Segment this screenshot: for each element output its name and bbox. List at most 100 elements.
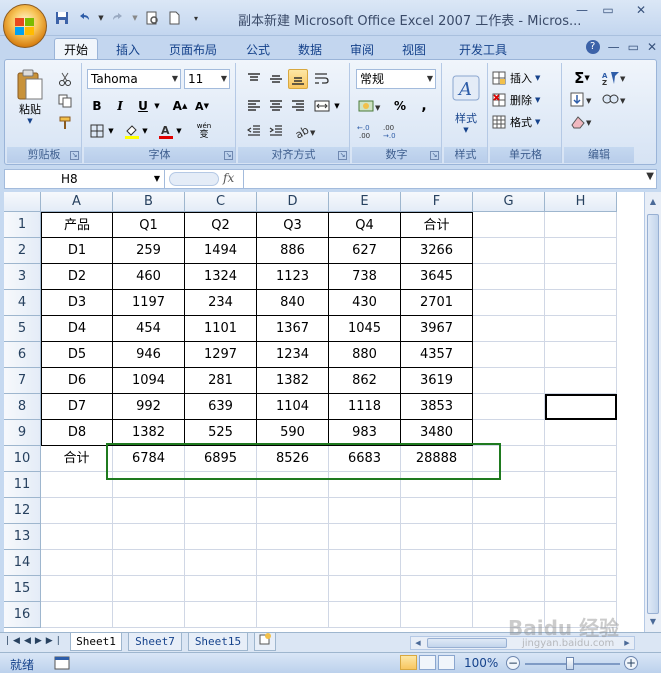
cell-c1[interactable]: Q2 xyxy=(185,212,257,238)
cell-a15[interactable] xyxy=(41,576,113,602)
column-header-e[interactable]: E xyxy=(329,192,401,212)
delete-cells-button[interactable]: 删除 ▼ xyxy=(492,90,558,110)
save-icon[interactable] xyxy=(54,10,70,26)
align-top-icon[interactable] xyxy=(244,69,264,89)
increase-indent-icon[interactable] xyxy=(266,121,286,141)
cell-a1[interactable]: 产品 xyxy=(41,212,113,238)
zoom-out-icon[interactable]: − xyxy=(506,656,520,670)
cell-f8[interactable]: 3853 xyxy=(401,394,473,420)
borders-dropdown-icon[interactable]: ▼ xyxy=(106,121,116,141)
cell-h10[interactable] xyxy=(545,446,617,472)
select-all-corner[interactable] xyxy=(4,192,41,212)
row-header-14[interactable]: 14 xyxy=(4,550,41,576)
orientation-icon[interactable]: ab ▼ xyxy=(290,121,320,141)
row-header-1[interactable]: 1 xyxy=(4,212,41,238)
cell-a10[interactable]: 合计 xyxy=(41,446,113,472)
cell-b15[interactable] xyxy=(113,576,185,602)
cell-g7[interactable] xyxy=(473,368,545,394)
redo-dropdown-icon[interactable]: ▼ xyxy=(132,10,138,26)
column-header-b[interactable]: B xyxy=(113,192,185,212)
cell-c3[interactable]: 1324 xyxy=(185,264,257,290)
zoom-level[interactable]: 100% xyxy=(464,656,498,670)
undo-icon[interactable] xyxy=(76,10,92,26)
merge-dropdown-icon[interactable]: ▼ xyxy=(332,96,342,116)
cell-a3[interactable]: D2 xyxy=(41,264,113,290)
help-icon[interactable]: ? xyxy=(585,40,600,54)
column-header-h[interactable]: H xyxy=(545,192,617,212)
cell-f1[interactable]: 合计 xyxy=(401,212,473,238)
row-header-15[interactable]: 15 xyxy=(4,576,41,602)
name-box-dropdown-icon[interactable]: ▼ xyxy=(154,170,160,188)
cell-d16[interactable] xyxy=(257,602,329,628)
row-header-5[interactable]: 5 xyxy=(4,316,41,342)
cell-d5[interactable]: 1367 xyxy=(257,316,329,342)
cell-g6[interactable] xyxy=(473,342,545,368)
cell-g1[interactable] xyxy=(473,212,545,238)
cell-c9[interactable]: 525 xyxy=(185,420,257,446)
cell-e12[interactable] xyxy=(329,498,401,524)
number-launcher-icon[interactable]: ↘ xyxy=(430,151,439,160)
format-cells-button[interactable]: 格式 ▼ xyxy=(492,112,558,132)
cell-d12[interactable] xyxy=(257,498,329,524)
cell-e15[interactable] xyxy=(329,576,401,602)
row-header-2[interactable]: 2 xyxy=(4,238,41,264)
cell-c8[interactable]: 639 xyxy=(185,394,257,420)
sheet-tab-sheet15[interactable]: Sheet15 xyxy=(188,633,248,651)
cell-c5[interactable]: 1101 xyxy=(185,316,257,342)
formula-bar-handle[interactable] xyxy=(169,172,219,186)
cell-c7[interactable]: 281 xyxy=(185,368,257,394)
bold-icon[interactable]: B xyxy=(87,96,107,116)
font-color-icon[interactable]: A xyxy=(156,121,176,141)
cell-h3[interactable] xyxy=(545,264,617,290)
row-header-6[interactable]: 6 xyxy=(4,342,41,368)
font-name-combo[interactable]: Tahoma ▼ xyxy=(87,69,181,89)
row-header-10[interactable]: 10 xyxy=(4,446,41,472)
cell-e16[interactable] xyxy=(329,602,401,628)
cell-a11[interactable] xyxy=(41,472,113,498)
cell-h13[interactable] xyxy=(545,524,617,550)
column-header-a[interactable]: A xyxy=(41,192,113,212)
cell-c13[interactable] xyxy=(185,524,257,550)
currency-icon[interactable]: ▼ xyxy=(356,96,384,116)
tab-home[interactable]: 开始 xyxy=(54,38,98,60)
sheet-navigation-icon[interactable]: |◀◀▶▶| xyxy=(6,636,64,646)
cell-a4[interactable]: D3 xyxy=(41,290,113,316)
column-header-f[interactable]: F xyxy=(401,192,473,212)
paste-button[interactable]: 粘贴 ▼ xyxy=(13,67,47,127)
cell-b12[interactable] xyxy=(113,498,185,524)
cell-g9[interactable] xyxy=(473,420,545,446)
cell-g2[interactable] xyxy=(473,238,545,264)
cell-d15[interactable] xyxy=(257,576,329,602)
cell-a5[interactable]: D4 xyxy=(41,316,113,342)
cell-h5[interactable] xyxy=(545,316,617,342)
cell-e8[interactable]: 1118 xyxy=(329,394,401,420)
wrap-text-icon[interactable] xyxy=(312,69,332,89)
borders-icon[interactable] xyxy=(87,121,107,141)
font-launcher-icon[interactable]: ↘ xyxy=(224,151,233,160)
cell-a2[interactable]: D1 xyxy=(41,238,113,264)
clear-icon[interactable]: ▼ xyxy=(568,112,596,132)
cell-f12[interactable] xyxy=(401,498,473,524)
number-format-combo[interactable]: 常规 ▼ xyxy=(356,69,436,89)
insert-function-icon[interactable]: fx xyxy=(223,171,234,185)
cell-a7[interactable]: D6 xyxy=(41,368,113,394)
cell-f5[interactable]: 3967 xyxy=(401,316,473,342)
cell-g4[interactable] xyxy=(473,290,545,316)
ribbon-restore-icon[interactable]: ▭ xyxy=(628,40,639,54)
cell-a8[interactable]: D7 xyxy=(41,394,113,420)
cell-c14[interactable] xyxy=(185,550,257,576)
cell-b8[interactable]: 992 xyxy=(113,394,185,420)
cell-b14[interactable] xyxy=(113,550,185,576)
cell-b16[interactable] xyxy=(113,602,185,628)
cell-c2[interactable]: 1494 xyxy=(185,238,257,264)
cell-d8[interactable]: 1104 xyxy=(257,394,329,420)
cell-c11[interactable] xyxy=(185,472,257,498)
cell-b4[interactable]: 1197 xyxy=(113,290,185,316)
italic-icon[interactable]: I xyxy=(110,96,130,116)
fill-icon[interactable]: ▼ xyxy=(568,90,596,110)
cell-d7[interactable]: 1382 xyxy=(257,368,329,394)
cell-a9[interactable]: D8 xyxy=(41,420,113,446)
cell-c6[interactable]: 1297 xyxy=(185,342,257,368)
close-icon[interactable]: ✕ xyxy=(621,0,661,20)
comma-style-icon[interactable]: , xyxy=(414,96,434,116)
